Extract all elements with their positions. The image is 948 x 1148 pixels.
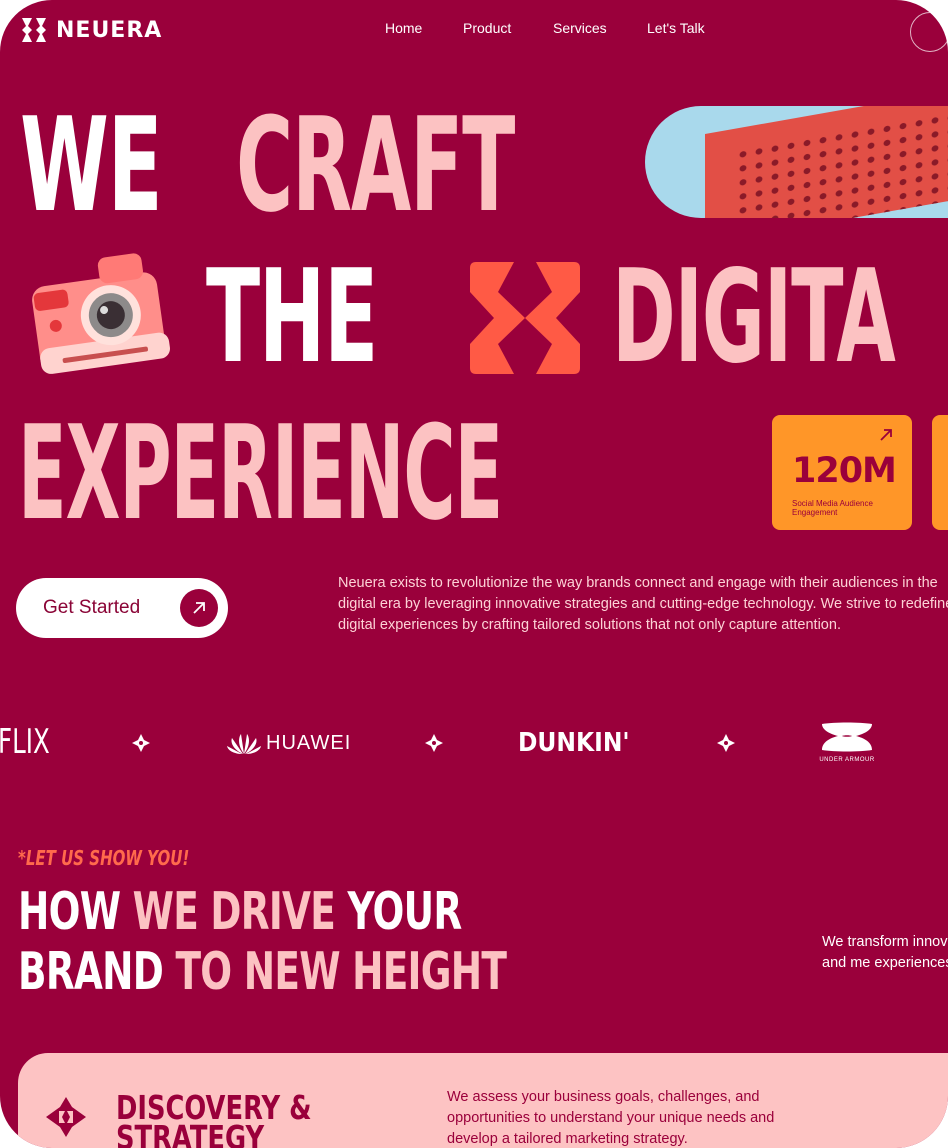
heading-word-we-drive: WE DRIVE bbox=[132, 882, 336, 942]
service-mark-icon bbox=[46, 1097, 86, 1137]
stat-card-next bbox=[932, 415, 948, 530]
service-card-discovery[interactable]: DISCOVERY & STRATEGY We assess your busi… bbox=[18, 1053, 948, 1148]
stat-label: Social Media Audience Engagement bbox=[792, 499, 873, 517]
hero-word-craft: CRAFT bbox=[236, 89, 515, 241]
hero-word-experience: EXPERIENCE bbox=[18, 397, 503, 549]
diamond-separator-icon bbox=[425, 734, 443, 752]
hero-word-we: WE bbox=[20, 89, 163, 241]
arrow-up-right-icon bbox=[193, 602, 205, 614]
building-shape bbox=[705, 106, 948, 218]
building-image bbox=[645, 106, 948, 218]
heading-word-to-new-height: TO NEW HEIGHT bbox=[175, 942, 507, 1002]
get-started-label: Get Started bbox=[43, 597, 141, 618]
neuera-mark-icon bbox=[470, 262, 580, 374]
heading-word-your: YOUR bbox=[347, 882, 462, 942]
huawei-text: HUAWEI bbox=[266, 731, 352, 754]
brand-dunkin: DUNKIN' bbox=[518, 728, 630, 758]
nav-lets-talk[interactable]: Let's Talk bbox=[647, 20, 705, 36]
brand-logo[interactable]: NEUERA bbox=[18, 16, 162, 44]
section-heading-line-1: HOW WE DRIVE YOUR bbox=[18, 886, 462, 938]
section-heading-line-2: BRAND TO NEW HEIGHT bbox=[18, 946, 507, 998]
brand-name: NEUERA bbox=[56, 17, 163, 43]
nav-services[interactable]: Services bbox=[553, 20, 607, 36]
under-armour-text: UNDER ARMOUR bbox=[819, 757, 875, 763]
menu-button[interactable] bbox=[910, 12, 948, 52]
hero-description: Neuera exists to revolutionize the way b… bbox=[338, 575, 948, 633]
section-side-description: We transform innov captivating and me ex… bbox=[822, 934, 948, 971]
under-armour-logo-icon bbox=[822, 722, 872, 752]
get-started-button[interactable]: Get Started bbox=[16, 578, 228, 638]
hero-word-digital: DIGITA bbox=[612, 243, 896, 392]
brand-netflix: FLIX bbox=[0, 722, 50, 762]
building-windows bbox=[735, 106, 948, 218]
arrow-up-right-icon bbox=[880, 429, 892, 441]
service-description: We assess your business goals, challenge… bbox=[447, 1089, 775, 1147]
heading-word-brand: BRAND bbox=[18, 942, 164, 1002]
diamond-separator-icon bbox=[717, 734, 735, 752]
brand-huawei: HUAWEI bbox=[226, 730, 351, 756]
stat-value: 120M bbox=[792, 451, 897, 491]
neuera-logo-icon bbox=[22, 18, 46, 42]
hero-word-the: THE bbox=[206, 243, 378, 392]
nav-home[interactable]: Home bbox=[385, 20, 422, 36]
diamond-separator-icon bbox=[132, 734, 150, 752]
stat-card: 120M Social Media Audience Engagement bbox=[772, 415, 912, 530]
camera-icon bbox=[32, 253, 170, 374]
brand-under-armour: UNDER ARMOUR bbox=[808, 720, 886, 763]
section-tagline: *LET US SHOW YOU! bbox=[18, 846, 190, 870]
heading-word-how: HOW bbox=[18, 882, 121, 942]
service-title-line-2: STRATEGY bbox=[116, 1118, 265, 1148]
nav-product[interactable]: Product bbox=[463, 20, 511, 36]
page-frame: NEUERA Home Product Services Let's Talk … bbox=[0, 0, 948, 1148]
cta-arrow-circle bbox=[180, 589, 218, 627]
huawei-logo-icon bbox=[227, 734, 261, 754]
